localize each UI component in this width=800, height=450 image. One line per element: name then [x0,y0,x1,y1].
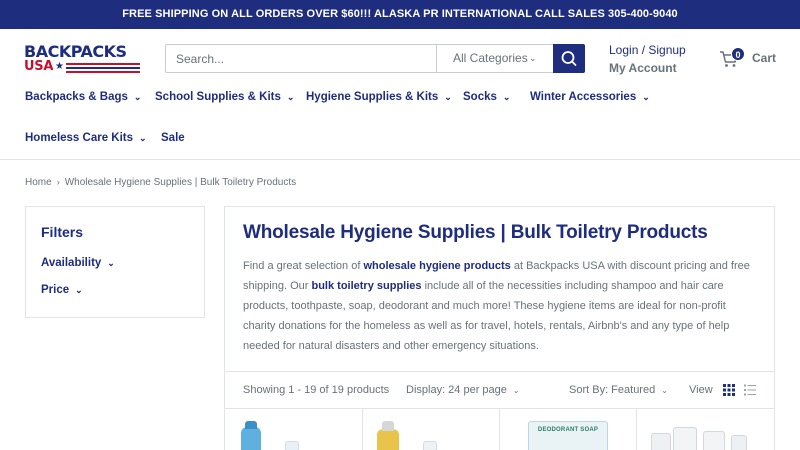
nav-item-label: School Supplies & Kits [155,91,281,103]
filter-price[interactable]: Price ⌄ [41,284,83,296]
cart-link[interactable]: Cart [752,51,776,65]
product-image: DEODORANT SOAP [528,421,608,450]
nav-item-backpacks-bags[interactable]: Backpacks & Bags ⌄ [25,90,141,105]
login-signup-link[interactable]: Login / Signup [609,43,686,58]
product-image [377,429,399,450]
category-select[interactable]: All Categories ⌄ [436,45,553,72]
nav-item-socks[interactable]: Socks ⌄ [463,90,510,105]
my-account-link[interactable]: My Account [609,59,686,77]
product-image [241,427,261,450]
header-divider [0,159,800,160]
search-input[interactable] [166,45,436,72]
product-card[interactable] [225,409,363,450]
nav-item-label: Hygiene Supplies & Kits [306,91,439,103]
desc-bold-1: wholesale hygiene products [363,260,511,272]
filters-title: Filters [41,224,84,240]
logo-line2: USA [24,59,54,74]
chevron-down-icon: ⌄ [512,386,520,395]
collection-panel: Wholesale Hygiene Supplies | Bulk Toilet… [224,206,775,450]
chevron-down-icon: ⌄ [642,92,650,102]
nav-item-label: Winter Accessories [530,91,637,103]
nav-item-label: Sale [161,132,185,144]
chevron-down-icon: ⌄ [661,386,668,395]
nav-item-winter-accessories[interactable]: Winter Accessories ⌄ [530,90,650,105]
star-icon: ★ [55,61,64,72]
search-bar: All Categories ⌄ [165,44,585,73]
breadcrumb-current: Wholesale Hygiene Supplies | Bulk Toilet… [64,177,297,188]
breadcrumb-home-link[interactable]: Home [25,177,52,188]
category-label: All Categories [453,51,528,65]
chevron-down-icon: ⌄ [502,92,511,102]
filter-price-label: Price [41,284,70,296]
list-view-icon[interactable] [744,384,756,396]
search-button[interactable] [553,44,585,73]
search-icon [561,51,577,66]
nav-item-label: Socks [463,91,497,103]
chevron-down-icon: ⌄ [107,258,115,268]
breadcrumb: Home › Wholesale Hygiene Supplies | Bulk T… [25,177,296,188]
announcement-bar: FREE SHIPPING ON ALL ORDERS OVER $60!!! … [0,0,800,29]
filter-availability[interactable]: Availability ⌄ [41,257,115,269]
logo[interactable]: BACKPACKS USA ★ [24,43,144,75]
nav-item-sale[interactable]: Sale [161,131,185,146]
nav-item-school-supplies[interactable]: School Supplies & Kits ⌄ [155,90,294,105]
desc-bold-2: bulk toiletry supplies [311,280,422,292]
chevron-down-icon: ⌄ [133,92,142,102]
view-label: View [689,384,713,396]
chevron-down-icon: ⌄ [286,92,295,102]
grid-view-icon[interactable] [723,384,735,396]
product-card[interactable] [363,409,500,450]
page-title: Wholesale Hygiene Supplies | Bulk Toilet… [243,222,708,243]
product-count: Showing 1 - 19 of 19 products [243,384,390,396]
display-per-page-select[interactable]: Display: 24 per page ⌄ [406,384,520,396]
collection-description: Find a great selection of wholesale hygi… [243,260,750,352]
chevron-down-icon: ⌄ [444,92,452,102]
chevron-down-icon: ⌄ [139,133,147,143]
logo-line1: BACKPACKS [24,42,127,61]
product-card[interactable]: DEODORANT SOAP [500,409,637,450]
nav-item-label: Backpacks & Bags [25,91,128,103]
product-card[interactable] [637,409,774,450]
chevron-down-icon: ⌄ [75,285,83,295]
account-menu: Login / Signup My Account [609,43,686,77]
sort-by-select[interactable]: Sort By: Featured ⌄ [569,384,668,396]
nav-item-label: Homeless Care Kits [25,132,134,144]
chevron-down-icon: ⌄ [529,53,537,63]
filters-panel: Filters Availability ⌄ Price ⌄ [25,206,205,318]
nav-item-hygiene-supplies[interactable]: Hygiene Supplies & Kits ⌄ [306,90,452,105]
product-image [651,433,671,450]
product-image-label: DEODORANT SOAP [537,427,599,433]
filter-availability-label: Availability [41,257,102,269]
chevron-right-icon: › [56,177,60,187]
collection-toolbar: Showing 1 - 19 of 19 products Display: 2… [225,372,774,410]
cart-count-badge: 0 [731,47,745,61]
nav-item-homeless-care-kits[interactable]: Homeless Care Kits ⌄ [25,131,147,146]
